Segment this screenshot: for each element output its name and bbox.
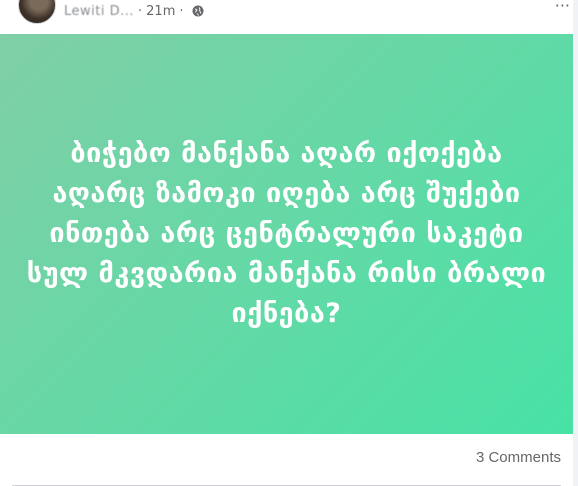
author-name[interactable]: Lewiti D... — [64, 4, 134, 19]
more-icon[interactable]: ··· — [555, 0, 570, 15]
comments-count-link[interactable]: 3 Comments — [476, 449, 561, 466]
post-background-card: ბიჭებო მანქანა აღარ იქოქება აღარც ზამოკი… — [0, 34, 573, 434]
feed-gutter — [573, 0, 578, 486]
post-time[interactable]: 21m — [146, 4, 175, 19]
post-meta: Lewiti D... · 21m · — [64, 1, 204, 21]
meta-separator-2: · — [179, 3, 184, 19]
meta-separator: · — [138, 3, 143, 19]
avatar[interactable] — [18, 0, 56, 24]
post-footer: 3 Comments — [0, 434, 573, 486]
post-header: Lewiti D... · 21m · ··· — [0, 0, 578, 34]
globe-icon — [192, 5, 204, 17]
post-text: ბიჭებო მანქანა აღარ იქოქება აღარც ზამოკი… — [26, 138, 547, 329]
